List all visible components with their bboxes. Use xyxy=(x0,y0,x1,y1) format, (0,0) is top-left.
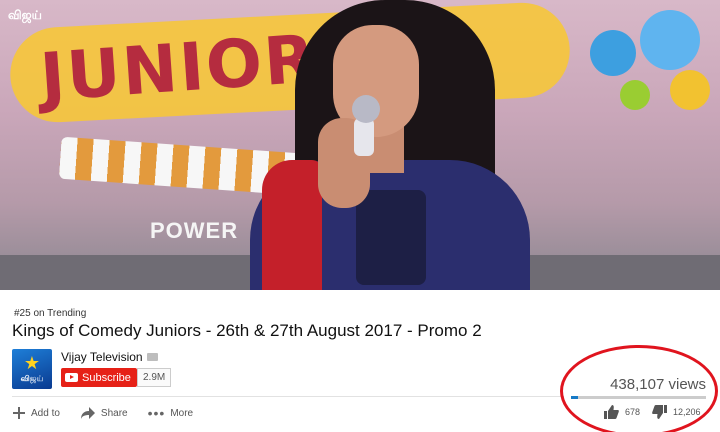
singer-dress-yoke xyxy=(356,190,426,285)
add-to-label: Add to xyxy=(31,407,60,419)
action-bar: Add to Share ••• More xyxy=(12,405,193,421)
star-icon: ★ xyxy=(23,353,41,373)
channel-name-row[interactable]: Vijay Television xyxy=(61,350,158,364)
decor-bubble xyxy=(590,30,636,76)
channel-avatar-label: விஜய் xyxy=(20,374,44,383)
decor-bubble xyxy=(620,80,650,110)
singer-scarf xyxy=(262,160,322,290)
stage-text: POWER xyxy=(150,218,239,243)
add-to-button[interactable]: Add to xyxy=(12,406,60,420)
more-button[interactable]: ••• More xyxy=(148,405,194,421)
channel-watermark: விஜய் xyxy=(8,8,42,22)
divider xyxy=(12,396,564,397)
decor-bubble xyxy=(640,10,700,70)
channel-name[interactable]: Vijay Television xyxy=(61,350,143,364)
subscribe-button[interactable]: Subscribe xyxy=(61,368,137,387)
trending-badge[interactable]: #25 on Trending xyxy=(14,308,86,319)
plus-icon xyxy=(13,407,25,419)
microphone-head xyxy=(352,95,380,123)
microphone xyxy=(354,118,374,156)
video-title: Kings of Comedy Juniors - 26th & 27th Au… xyxy=(12,321,482,340)
subscriber-count: 2.9M xyxy=(137,368,172,387)
more-label: More xyxy=(170,407,194,419)
annotation-circle xyxy=(560,345,718,432)
share-label: Share xyxy=(100,407,128,419)
youtube-play-icon xyxy=(65,373,78,382)
subscribe-label: Subscribe xyxy=(82,371,131,384)
share-button[interactable]: Share xyxy=(80,406,128,420)
decor-bubble xyxy=(670,70,710,110)
channel-avatar[interactable]: ★ விஜய் xyxy=(12,349,52,389)
video-player[interactable]: JUNIORS POWER விஜய் xyxy=(0,0,720,290)
more-dots-icon: ••• xyxy=(147,405,166,421)
verified-icon xyxy=(146,353,158,361)
share-icon xyxy=(80,407,95,419)
